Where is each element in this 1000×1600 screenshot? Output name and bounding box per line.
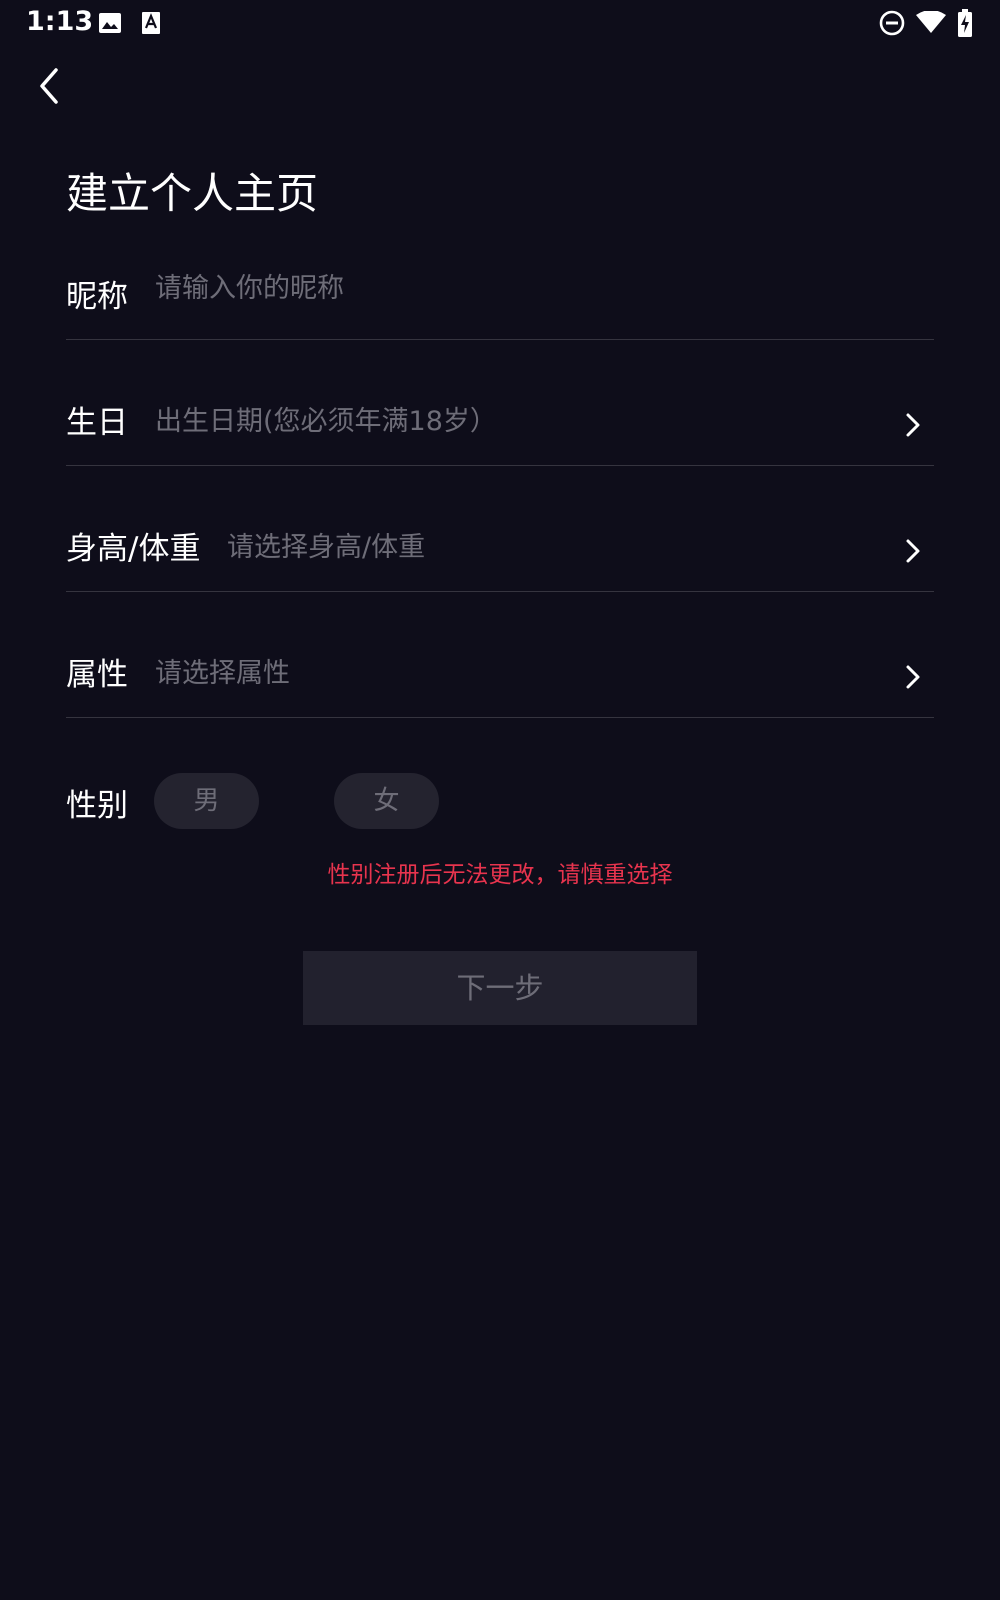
gender-female-button[interactable]: 女 [334, 773, 439, 829]
font-a-icon [142, 12, 160, 34]
birthday-label: 生日 [66, 405, 128, 441]
status-bar: 1:13 [0, 0, 1000, 46]
nickname-input[interactable] [155, 273, 855, 304]
chevron-right-icon [906, 665, 920, 689]
attribute-row[interactable]: 属性 请选择属性 [66, 637, 934, 718]
attribute-placeholder: 请选择属性 [155, 658, 290, 689]
page-title: 建立个人主页 [66, 169, 319, 218]
back-button[interactable] [30, 66, 70, 106]
nickname-field-wrap [155, 273, 855, 304]
next-step-button[interactable]: 下一步 [303, 951, 697, 1025]
image-icon [99, 13, 121, 33]
birthday-row[interactable]: 生日 出生日期(您必须年满18岁） [66, 385, 934, 466]
gender-label: 性别 [66, 788, 128, 824]
nickname-label: 昵称 [66, 279, 128, 315]
wifi-icon [916, 11, 946, 33]
height-weight-placeholder: 请选择身高/体重 [227, 532, 426, 563]
height-weight-label: 身高/体重 [66, 531, 201, 567]
height-weight-row[interactable]: 身高/体重 请选择身高/体重 [66, 511, 934, 592]
status-time: 1:13 [26, 6, 94, 37]
chevron-right-icon [906, 539, 920, 563]
battery-charging-icon [958, 9, 972, 37]
birthday-placeholder: 出生日期(您必须年满18岁） [155, 406, 497, 437]
attribute-label: 属性 [66, 657, 128, 693]
nickname-row: 昵称 [66, 259, 934, 340]
do-not-disturb-icon [879, 10, 905, 36]
gender-male-button[interactable]: 男 [154, 773, 259, 829]
chevron-right-icon [906, 413, 920, 437]
gender-warning-text: 性别注册后无法更改，请慎重选择 [327, 862, 673, 888]
